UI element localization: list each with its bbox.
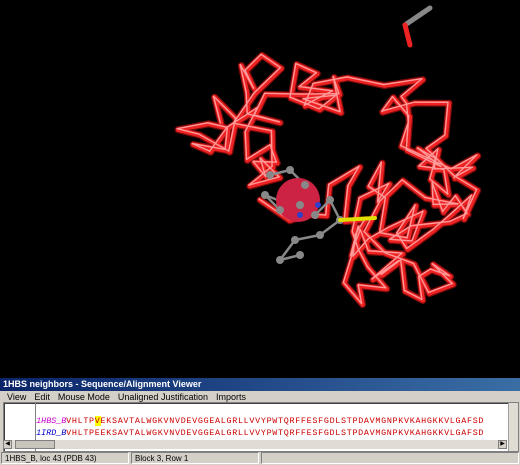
status-bar: 1HBS_B, loc 43 (PDB 43) Block 3, Row 1 bbox=[0, 451, 520, 465]
status-location: 1HBS_B, loc 43 (PDB 43) bbox=[1, 452, 129, 464]
vertical-scrollbar[interactable] bbox=[508, 403, 518, 451]
sequence-text-pre: VHLTPE bbox=[66, 428, 101, 438]
horizontal-scrollbar[interactable]: ◀ ▶ bbox=[3, 440, 507, 449]
structure-viewer[interactable] bbox=[0, 0, 520, 378]
sequence-alignment-window: 1HBS neighbors - Sequence/Alignment View… bbox=[0, 378, 520, 465]
scroll-left-icon[interactable]: ◀ bbox=[3, 440, 12, 449]
scroll-thumb[interactable] bbox=[15, 440, 55, 449]
sequence-label[interactable]: 1IRD_B bbox=[34, 427, 66, 439]
sequence-text-post: EKSAVTALWGKVNVDEVGGEALGRLLVVYPWTQRFFESFG… bbox=[100, 428, 485, 438]
sequence-row[interactable]: 1IRD_BVHLTPEEKSAVTALWGKVNVDEVGGEALGRLLVV… bbox=[4, 415, 518, 438]
protein-backbone-render bbox=[174, 5, 482, 309]
status-empty bbox=[261, 452, 519, 464]
window-title: 1HBS neighbors - Sequence/Alignment View… bbox=[0, 378, 520, 391]
status-block-row: Block 3, Row 1 bbox=[131, 452, 259, 464]
scroll-right-icon[interactable]: ▶ bbox=[498, 440, 507, 449]
sequence-row[interactable]: 1HBS_BVHLTPVEKSAVTALWGKVNVDEVGGEALGRLLVV… bbox=[4, 403, 518, 426]
